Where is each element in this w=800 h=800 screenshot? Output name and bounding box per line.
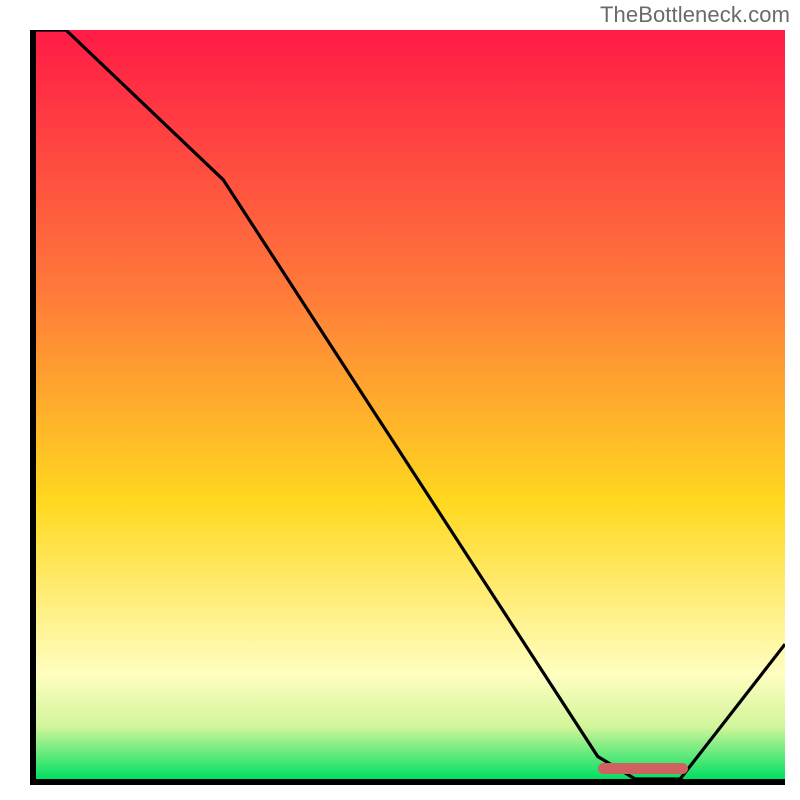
chart-container: TheBottleneck.com bbox=[0, 0, 800, 800]
plot-area bbox=[36, 30, 785, 779]
bottleneck-curve bbox=[36, 30, 785, 779]
curve-path bbox=[36, 30, 785, 779]
attribution-label: TheBottleneck.com bbox=[600, 2, 790, 28]
plot-frame bbox=[30, 30, 785, 785]
optimal-range-marker bbox=[598, 763, 688, 774]
